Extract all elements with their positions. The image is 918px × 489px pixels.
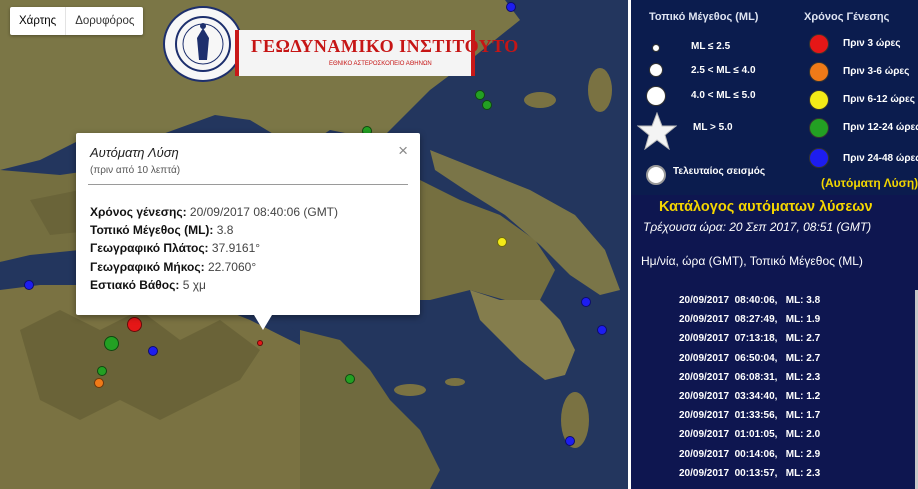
catalog-row[interactable]: 20/09/2017 03:34:40, ML: 1.2 xyxy=(679,387,820,406)
catalog-row[interactable]: 20/09/2017 00:13:57, ML: 2.3 xyxy=(679,464,820,483)
institute-title: ΓΕΩΔΥΝΑΜΙΚΟ ΙΝΣΤΙΤΟΥΤΟ xyxy=(251,36,519,56)
catalog-header: Ημ/νία, ώρα (GMT), Τοπικό Μέγεθος (ML) xyxy=(641,254,863,268)
legend-magnitude-label: 4.0 < ML ≤ 5.0 xyxy=(691,90,756,101)
catalog-row[interactable]: 20/09/2017 08:40:06, ML: 3.8 xyxy=(679,291,820,310)
institute-banner: ΓΕΩΔΥΝΑΜΙΚΟ ΙΝΣΤΙΤΟΥΤΟ ΕΘΝΙΚΟ ΑΣΤΕΡΟΣΚΟΠ… xyxy=(235,30,518,76)
catalog-row[interactable]: 20/09/2017 08:27:49, ML: 1.9 xyxy=(679,310,820,329)
magnitude-small-icon xyxy=(652,44,660,52)
legend-magnitude-label: 2.5 < ML ≤ 4.0 xyxy=(691,65,756,76)
legend-time-label: Πριν 3 ώρες xyxy=(843,38,901,49)
popup-value: 20/09/2017 08:40:06 (GMT) xyxy=(189,205,339,219)
popup-value: 37.9161° xyxy=(211,241,261,256)
side-panel: Τοπικό Μέγεθος (ML) Χρόνος Γένεσης ML ≤ … xyxy=(628,0,918,489)
institute-seal-icon xyxy=(163,6,243,82)
catalog-current-time: Τρέχουσα ώρα: 20 Σεπ 2017, 08:51 (GMT) xyxy=(643,220,872,234)
earthquake-marker[interactable] xyxy=(565,436,575,446)
popup-row-magnitude: Τοπικό Μέγεθος (ML): 3.8 xyxy=(90,221,338,239)
institute-subtitle: ΕΘΝΙΚΟ ΑΣΤΕΡΟΣΚΟΠΕΙΟ ΑΘΗΝΩΝ xyxy=(329,61,432,67)
legend-magnitude-title: Τοπικό Μέγεθος (ML) xyxy=(649,11,759,23)
earthquake-info-popup: Αυτόματη Λύση (πριν από 10 λεπτά) × Χρόν… xyxy=(76,133,420,330)
popup-row-longitude: Γεωγραφικό Μήκος: 22.7060° xyxy=(90,258,338,276)
popup-value: 22.7060° xyxy=(207,259,257,274)
earthquake-marker[interactable] xyxy=(148,346,158,356)
time-blue-icon xyxy=(809,148,829,168)
close-icon[interactable]: × xyxy=(398,141,408,161)
earthquake-marker[interactable] xyxy=(127,317,142,332)
catalog-title: Κατάλογος αυτόματων λύσεων xyxy=(659,199,873,215)
popup-label: Γεωγραφικό Μήκος: xyxy=(90,259,205,274)
popup-label: Τοπικό Μέγεθος (ML): xyxy=(90,223,214,238)
legend-auto-note: (Αυτόματη Λύση) xyxy=(821,176,918,190)
legend-time-label: Πριν 6-12 ώρες xyxy=(843,94,915,105)
time-yellow-icon xyxy=(809,90,829,110)
popup-label: Γεωγραφικό Πλάτος: xyxy=(90,241,209,256)
legend-time-label: Πριν 3-6 ώρες xyxy=(843,66,910,77)
popup-label: Εστιακό Βάθος: xyxy=(90,277,180,292)
catalog-row[interactable]: 20/09/2017 00:14:06, ML: 2.9 xyxy=(679,445,820,464)
earthquake-marker[interactable] xyxy=(497,237,507,247)
catalog-row[interactable]: 20/09/2017 06:08:31, ML: 2.3 xyxy=(679,368,820,387)
time-green-icon xyxy=(809,118,829,138)
catalog-row[interactable]: 20/09/2017 01:33:56, ML: 1.7 xyxy=(679,406,820,425)
earthquake-marker[interactable] xyxy=(475,90,485,100)
legend-magnitude-label: ML > 5.0 xyxy=(693,122,733,133)
popup-row-depth: Εστιακό Βάθος: 5 χμ xyxy=(90,276,338,294)
latest-earthquake-icon xyxy=(646,165,666,185)
earthquake-marker[interactable] xyxy=(482,100,492,110)
popup-title: Αυτόματη Λύση xyxy=(90,145,179,160)
map-type-control: Χάρτης Δορυφόρος xyxy=(10,7,144,35)
time-red-icon xyxy=(809,34,829,54)
legend: Τοπικό Μέγεθος (ML) Χρόνος Γένεσης ML ≤ … xyxy=(631,0,918,195)
catalog-row[interactable]: 20/09/2017 07:13:18, ML: 2.7 xyxy=(679,329,820,348)
popup-value: 3.8 xyxy=(216,223,234,238)
popup-label: Χρόνος γένεσης: xyxy=(90,205,187,219)
earthquake-marker[interactable] xyxy=(506,2,516,12)
popup-value: 5 χμ xyxy=(182,277,206,292)
popup-row-latitude: Γεωγραφικό Πλάτος: 37.9161° xyxy=(90,239,338,257)
earthquake-marker[interactable] xyxy=(97,366,107,376)
earthquake-marker[interactable] xyxy=(345,374,355,384)
automatic-solutions-catalog: Κατάλογος αυτόματων λύσεων Τρέχουσα ώρα:… xyxy=(631,195,918,489)
map-type-map-button[interactable]: Χάρτης xyxy=(10,7,65,35)
legend-time-label: Πριν 24-48 ώρες xyxy=(843,153,918,164)
time-orange-icon xyxy=(809,62,829,82)
earthquake-marker[interactable] xyxy=(597,325,607,335)
magnitude-medium-icon xyxy=(649,63,663,77)
legend-latest-label: Τελευταίος σεισμός xyxy=(673,166,766,177)
catalog-row[interactable]: 20/09/2017 06:50:04, ML: 2.7 xyxy=(679,349,820,368)
catalog-row[interactable]: 20/09/2017 01:01:05, ML: 2.0 xyxy=(679,425,820,444)
legend-time-label: Πριν 12-24 ώρες xyxy=(843,122,918,133)
catalog-list: 20/09/2017 08:40:06, ML: 3.8 20/09/2017 … xyxy=(679,291,820,483)
popup-details: Χρόνος γένεσης: 20/09/2017 08:40:06 (GMT… xyxy=(90,203,338,294)
popup-subtitle: (πριν από 10 λεπτά) xyxy=(90,165,181,176)
earthquake-marker[interactable] xyxy=(581,297,591,307)
legend-time-title: Χρόνος Γένεσης xyxy=(804,11,890,23)
earthquake-marker[interactable] xyxy=(94,378,104,388)
institute-logo: ΓΕΩΔΥΝΑΜΙΚΟ ΙΝΣΤΙΤΟΥΤΟ ΕΘΝΙΚΟ ΑΣΤΕΡΟΣΚΟΠ… xyxy=(163,6,518,82)
legend-magnitude-label: ML ≤ 2.5 xyxy=(691,41,731,52)
map-view[interactable]: Χάρτης Δορυφόρος ΓΕΩΔΥΝΑΜΙΚΟ ΙΝΣΤΙΤΟΥΤΟ … xyxy=(0,0,628,489)
star-icon xyxy=(637,112,677,150)
earthquake-marker[interactable] xyxy=(257,340,263,346)
map-type-satellite-button[interactable]: Δορυφόρος xyxy=(65,7,143,35)
popup-divider xyxy=(88,184,408,185)
popup-row-origin-time: Χρόνος γένεσης: 20/09/2017 08:40:06 (GMT… xyxy=(90,203,338,221)
earthquake-marker[interactable] xyxy=(104,336,119,351)
magnitude-large-icon xyxy=(646,86,666,106)
earthquake-marker[interactable] xyxy=(24,280,34,290)
